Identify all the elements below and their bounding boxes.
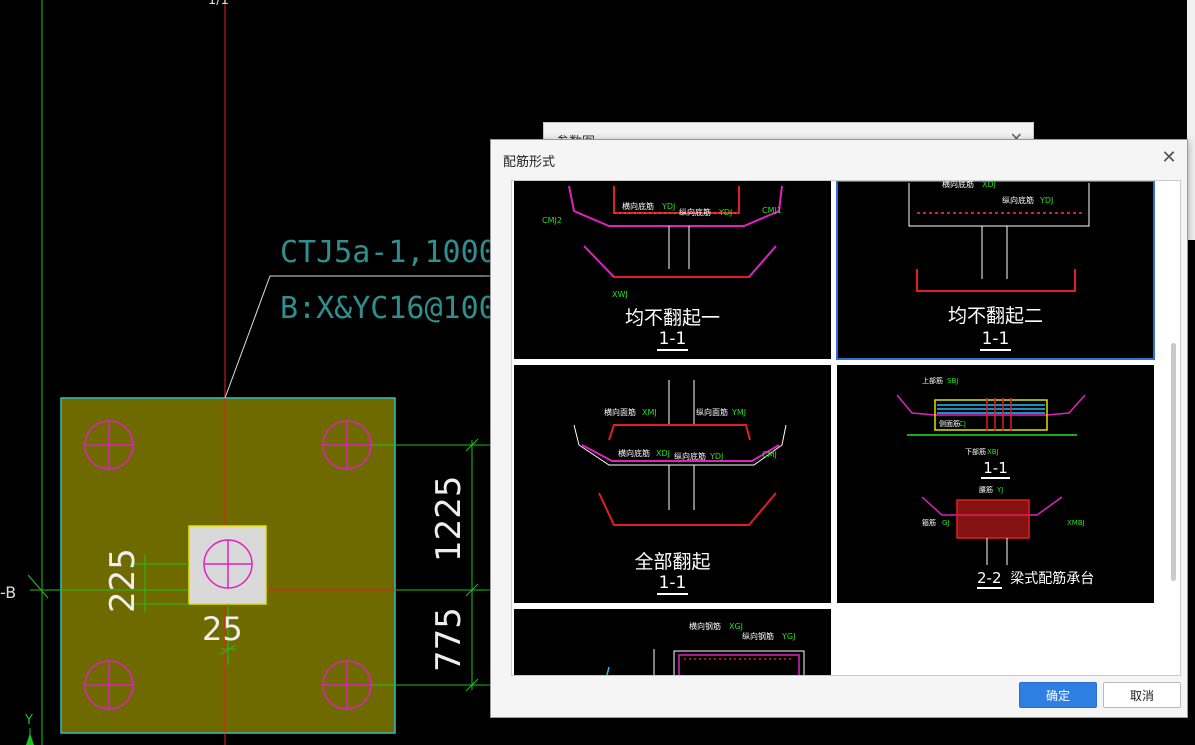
tile3-label-i: CMJ bbox=[762, 450, 777, 459]
tile1-label-d: YDJ bbox=[718, 208, 732, 217]
option-tile-1[interactable]: 横向底筋 YDJ 纵向底筋 YDJ CMJ2 CMJ1 XWJ 均不翻起一 1-… bbox=[514, 181, 831, 359]
tile2-label-b: XDJ bbox=[982, 181, 996, 189]
tile5-label-a: 横向钢筋 bbox=[689, 621, 721, 631]
tile3-label-a: 横向面筋 bbox=[604, 407, 636, 417]
ok-button[interactable]: 确定 bbox=[1019, 682, 1097, 708]
tile1-label-c: 纵向底筋 bbox=[679, 207, 711, 217]
scrollbar-thumb[interactable] bbox=[1171, 343, 1176, 581]
vertical-scrollbar[interactable] bbox=[1170, 185, 1178, 671]
dialog-title: 配筋形式 bbox=[503, 154, 556, 169]
option-tile-3[interactable]: 横向面筋 XMJ 纵向面筋 YMJ 横向底筋 XDJ 纵向底筋 YDJ CMJ … bbox=[514, 365, 831, 603]
tile4-section-top: 1-1 bbox=[981, 459, 1010, 479]
rebar-option-grid: 横向底筋 YDJ 纵向底筋 YDJ CMJ2 CMJ1 XWJ 均不翻起一 1-… bbox=[511, 180, 1181, 676]
tile4-label-f: XBJ bbox=[987, 448, 999, 456]
dim-1225: 1225 bbox=[429, 475, 469, 562]
tile4-section: 2-2 bbox=[977, 569, 1002, 589]
tile1-caption: 均不翻起一 bbox=[624, 307, 720, 329]
axis-top-label: 1/1 bbox=[208, 0, 229, 8]
tile3-caption: 全部翻起 bbox=[634, 551, 711, 573]
tile4-label-e: 下部筋 bbox=[965, 447, 986, 456]
tile4-label-i: 箍筋 bbox=[922, 518, 936, 527]
cancel-button[interactable]: 取消 bbox=[1103, 682, 1181, 708]
rebar-form-dialog: 配筋形式 ✕ 横向底筋 YDJ 纵向底筋 YDJ CMJ2 CMJ1 XWJ 均… bbox=[490, 139, 1188, 718]
tile1-label-a: 横向底筋 bbox=[622, 201, 654, 211]
right-panel-edge bbox=[1187, 0, 1195, 240]
tile5-label-d: YGJ bbox=[781, 632, 795, 641]
tile3-label-g: 纵向底筋 bbox=[674, 451, 706, 461]
tile5-label-c: 纵向钢筋 bbox=[742, 631, 774, 641]
tile3-label-b: XMJ bbox=[642, 408, 657, 417]
tile1-label-g: XWJ bbox=[612, 290, 628, 299]
dim-25: 25 bbox=[202, 610, 243, 648]
axis-b-label: -B bbox=[0, 583, 16, 602]
tile1-section: 1-1 bbox=[656, 329, 689, 351]
rebar-diagram-5: 横向钢筋 XGJ 纵向钢筋 YGJ bbox=[606, 621, 805, 675]
option-tile-4[interactable]: 上部筋 SBJ 侧面筋 CJ 下部筋 XBJ 腰筋 YJ 箍筋 GJ XMBJ … bbox=[837, 365, 1154, 603]
dim-225: 225 bbox=[103, 548, 143, 613]
tile1-label-e: CMJ2 bbox=[542, 216, 562, 225]
cad-label-line2: B:X&YC16@100 bbox=[280, 291, 497, 326]
tile2-section: 1-1 bbox=[979, 329, 1012, 351]
tile2-label-c: 纵向底筋 bbox=[1002, 195, 1034, 205]
tile2-caption: 均不翻起二 bbox=[947, 305, 1043, 327]
option-tile-5[interactable]: 横向钢筋 XGJ 纵向钢筋 YGJ bbox=[514, 609, 831, 675]
tile3-label-c: 纵向面筋 bbox=[696, 407, 728, 417]
cad-label-line1: CTJ5a-1,1000 bbox=[280, 235, 497, 270]
tile3-label-h: YDJ bbox=[709, 452, 723, 461]
option-tile-2[interactable]: 横向底筋 XDJ 纵向底筋 YDJ 均不翻起二 1-1 bbox=[836, 181, 1155, 360]
tile2-label-d: YDJ bbox=[1039, 196, 1053, 205]
tile4-label-a: 上部筋 bbox=[922, 376, 943, 385]
tile2-label-a: 横向底筋 bbox=[942, 181, 974, 189]
tile5-label-b: XGJ bbox=[729, 622, 743, 631]
close-icon[interactable]: ✕ bbox=[1159, 147, 1179, 167]
tile4-label-d: CJ bbox=[959, 420, 966, 428]
dim-775: 775 bbox=[429, 607, 469, 672]
axis-y-label: Y bbox=[24, 713, 33, 728]
tile3-label-e: 横向底筋 bbox=[618, 448, 650, 458]
tile3-label-f: XDJ bbox=[656, 449, 670, 458]
tile1-label-f: CMJ1 bbox=[762, 206, 782, 215]
tile4-label-g: 腰筋 bbox=[979, 485, 993, 494]
tile4-label-j: GJ bbox=[942, 519, 950, 527]
tile4-label-b: SBJ bbox=[947, 377, 958, 385]
tile4-label-k: XMBJ bbox=[1067, 519, 1085, 527]
tile3-label-d: YMJ bbox=[731, 408, 746, 417]
tile3-section: 1-1 bbox=[656, 573, 689, 595]
tile1-label-b: YDJ bbox=[661, 202, 675, 211]
tile4-label-c: 侧面筋 bbox=[939, 419, 960, 428]
tile4-label-h: YJ bbox=[996, 486, 1003, 494]
tile4-caption: 梁式配筋承台 bbox=[1010, 571, 1095, 587]
